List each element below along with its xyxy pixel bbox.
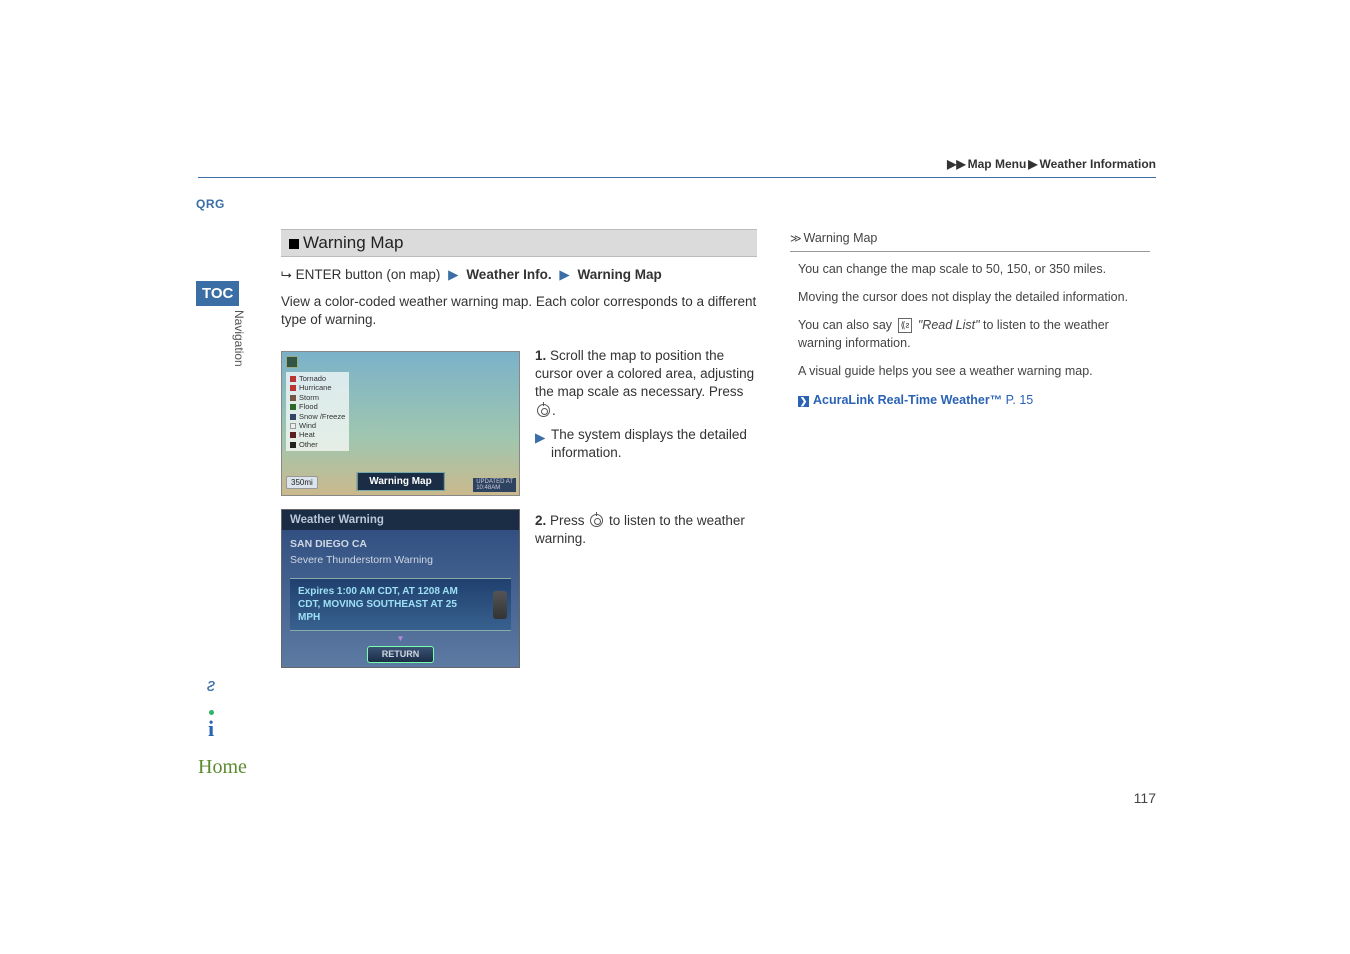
link-page: P. 15 xyxy=(1002,393,1033,407)
step-suffix: . xyxy=(552,403,556,418)
sidebar-title-text: Warning Map xyxy=(804,231,878,245)
header-rule xyxy=(198,177,1156,178)
map-updated: UPDATED AT 10:48AM xyxy=(473,478,516,492)
substep-arrow-icon: ▶ xyxy=(535,429,545,447)
sidebar-p1: You can change the map scale to 50, 150,… xyxy=(790,260,1150,278)
panel-detail-text: Expires 1:00 AM CDT, AT 1208 AM CDT, MOV… xyxy=(298,586,458,623)
voice-commands-icon[interactable]: ᴤ xyxy=(198,675,224,696)
sidebar-title: ≫ Warning Map xyxy=(790,229,1150,252)
step-number: 1. xyxy=(535,348,546,363)
sidebar-p2: Moving the cursor does not display the d… xyxy=(790,288,1150,306)
audio-icon xyxy=(493,591,507,619)
left-tabs: QRG TOC xyxy=(196,197,239,306)
legend-label: Wind xyxy=(299,421,316,430)
sidebar-p4: A visual guide helps you see a weather w… xyxy=(790,362,1150,380)
breadcrumb: ▶▶Map Menu▶Weather Information xyxy=(945,157,1156,171)
enter-icon: ⮡ xyxy=(281,267,292,282)
step-text-a: Press xyxy=(550,513,588,528)
legend-label: Other xyxy=(299,440,318,449)
path-prefix: ENTER button (on map) xyxy=(296,267,441,282)
press-icon xyxy=(590,514,603,527)
legend-swatch xyxy=(290,423,296,429)
sidebar-p3: You can also say ⟪ᴤ "Read List" to liste… xyxy=(790,316,1150,352)
home-icon[interactable]: Home xyxy=(198,756,224,779)
legend-swatch xyxy=(290,376,296,382)
main-section: Warning Map ⮡ ENTER button (on map) ▶ We… xyxy=(281,229,757,329)
substep-text: The system displays the detailed informa… xyxy=(551,427,747,460)
bottom-icon-bar: ᴤ i Home xyxy=(198,675,224,779)
legend-label: Tornado xyxy=(299,374,326,383)
map-title: Warning Map xyxy=(356,472,444,491)
legend-label: Storm xyxy=(299,393,319,402)
sidebar-link[interactable]: ❯ AcuraLink Real-Time Weather™ P. 15 xyxy=(790,391,1150,409)
path-item-1: Weather Info. xyxy=(466,267,551,282)
breadcrumb-level1: Map Menu xyxy=(968,157,1027,171)
legend-swatch xyxy=(290,414,296,420)
panel-detail: Expires 1:00 AM CDT, AT 1208 AM CDT, MOV… xyxy=(290,578,511,631)
path-arrow-icon: ▶ xyxy=(448,267,458,282)
map-corner-icon xyxy=(286,356,298,368)
toc-link[interactable]: TOC xyxy=(196,281,239,306)
legend-swatch xyxy=(290,404,296,410)
legend-swatch xyxy=(290,432,296,438)
updated-time: 10:48AM xyxy=(476,485,513,491)
legend-label: Flood xyxy=(299,402,318,411)
section-heading: Warning Map xyxy=(281,229,757,257)
link-arrow-icon: ❯ xyxy=(798,396,809,407)
legend-swatch xyxy=(290,385,296,391)
panel-severity: Severe Thunderstorm Warning xyxy=(282,552,519,574)
map-scale: 350mi xyxy=(286,476,318,489)
return-button[interactable]: RETURN xyxy=(367,646,435,663)
step-number: 2. xyxy=(535,513,546,528)
heading-text: Warning Map xyxy=(303,233,403,252)
path-arrow-icon: ▶ xyxy=(559,267,569,282)
page-number: 117 xyxy=(1134,790,1156,806)
breadcrumb-sep: ▶ xyxy=(1028,157,1037,171)
sidebar-notes: ≫ Warning Map You can change the map scal… xyxy=(790,229,1150,419)
section-body: View a color-coded weather warning map. … xyxy=(281,293,757,329)
sidebar-title-icon: ≫ xyxy=(790,233,800,245)
info-icon[interactable]: i xyxy=(198,710,224,742)
legend-swatch xyxy=(290,395,296,401)
warning-map-figure: Tornado Hurricane Storm Flood Snow /Free… xyxy=(281,351,520,496)
press-icon xyxy=(537,404,550,417)
p3-quote: "Read List" xyxy=(918,318,980,332)
panel-header: Weather Warning xyxy=(282,510,519,530)
heading-marker-icon xyxy=(289,239,299,249)
legend-swatch xyxy=(290,442,296,448)
legend-label: Snow /Freeze xyxy=(299,412,345,421)
legend-label: Heat xyxy=(299,430,315,439)
voice-icon: ⟪ᴤ xyxy=(898,318,913,333)
step-text: Scroll the map to position the cursor ov… xyxy=(535,348,754,399)
step-2: 2. Press to listen to the weather warnin… xyxy=(535,512,760,548)
panel-return: ▼ RETURN xyxy=(282,635,519,667)
legend-label: Hurricane xyxy=(299,383,332,392)
section-tab-navigation: Navigation xyxy=(232,310,246,367)
weather-warning-panel: Weather Warning SAN DIEGO CA Severe Thun… xyxy=(281,509,520,668)
breadcrumb-level2: Weather Information xyxy=(1040,157,1156,171)
qrg-link[interactable]: QRG xyxy=(196,197,239,211)
breadcrumb-arrow: ▶▶ xyxy=(947,157,965,171)
path-item-2: Warning Map xyxy=(578,267,662,282)
link-text: AcuraLink Real-Time Weather™ xyxy=(813,393,1002,407)
step-1: 1. Scroll the map to position the cursor… xyxy=(535,347,760,466)
menu-path: ⮡ ENTER button (on map) ▶ Weather Info. … xyxy=(281,267,757,283)
p3-a: You can also say xyxy=(798,318,896,332)
panel-location: SAN DIEGO CA xyxy=(282,530,519,552)
return-arrow-icon: ▼ xyxy=(282,637,519,642)
map-legend: Tornado Hurricane Storm Flood Snow /Free… xyxy=(286,372,349,451)
